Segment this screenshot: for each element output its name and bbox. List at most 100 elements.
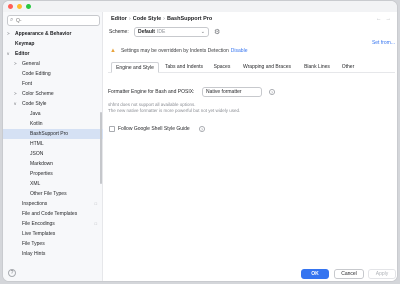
sidebar-item-inlay-hints[interactable]: Inlay Hints: [3, 249, 103, 259]
project-scope-icon: □: [94, 201, 97, 206]
sidebar-item-label: Properties: [30, 171, 53, 177]
forward-arrow-icon[interactable]: →: [386, 16, 396, 22]
sidebar-item-label: Kotlin: [30, 121, 43, 127]
set-from-link[interactable]: Set from...: [372, 40, 395, 46]
sidebar-item-font[interactable]: Font: [3, 79, 103, 89]
sidebar-item-kotlin[interactable]: Kotlin: [3, 119, 103, 129]
formatter-engine-label: Formatter Engine for Bash and POSIX:: [108, 89, 195, 95]
sidebar-item-code-editing[interactable]: Code Editing: [3, 69, 103, 79]
sidebar-item-code-style[interactable]: v Code Style: [3, 99, 103, 109]
sidebar-item-keymap[interactable]: Keymap: [3, 39, 103, 49]
sidebar-item-label: Inlay Hints: [22, 251, 46, 257]
settings-sidebar: ⌕ >Appearance & BehaviorKeymapvEditor>Ge…: [3, 12, 103, 281]
sidebar-item-other-file-types[interactable]: Other File Types: [3, 189, 103, 199]
scheme-sub: IDE: [156, 29, 166, 35]
search-icon: ⌕: [10, 17, 14, 23]
settings-window: ⌕ >Appearance & BehaviorKeymapvEditor>Ge…: [2, 0, 398, 282]
indent-detection-warning: ▲ Settings may be overridden by Indents D…: [110, 48, 247, 54]
sidebar-item-label: Keymap: [15, 41, 35, 47]
search-field[interactable]: ⌕: [7, 15, 100, 26]
sidebar-item-bashsupport-pro[interactable]: BashSupport Pro: [3, 129, 103, 139]
tab-spaces[interactable]: Spaces: [210, 62, 234, 73]
sidebar-item-label: Editor: [15, 51, 30, 57]
sidebar-item-appearance-behavior[interactable]: > Appearance & Behavior: [3, 29, 103, 39]
sidebar-item-label: Color Scheme: [22, 91, 54, 97]
sidebar-item-label: File Types: [22, 241, 45, 247]
sidebar-item-general[interactable]: > General: [3, 59, 103, 69]
sidebar-item-label: File and Code Templates: [22, 211, 78, 217]
sidebar-item-label: Code Style: [22, 101, 47, 107]
sidebar-item-label: General: [22, 61, 40, 67]
scheme-name: Default: [138, 29, 155, 35]
chevron-down-icon[interactable]: v: [7, 49, 9, 59]
search-input[interactable]: [16, 16, 98, 25]
google-style-checkbox[interactable]: [109, 126, 115, 132]
tab-other[interactable]: Other: [337, 62, 359, 73]
sidebar-item-label: Inspections: [22, 201, 48, 207]
sidebar-item-label: Java: [30, 111, 41, 117]
chevron-right-icon[interactable]: >: [14, 89, 17, 99]
sidebar-item-label: File Encodings: [22, 221, 55, 227]
formatter-description: shfmt does not support all available opt…: [108, 102, 196, 107]
sidebar-item-label: Other File Types: [30, 191, 67, 197]
breadcrumb-item: BashSupport Pro: [167, 16, 213, 22]
apply-button[interactable]: Apply: [368, 269, 396, 279]
warning-text: Settings may be overridden by Indents De…: [120, 48, 229, 54]
title-bar: [3, 1, 397, 12]
chevron-down-icon: ⌄: [200, 29, 205, 35]
chevron-right-icon[interactable]: >: [14, 59, 17, 69]
sidebar-item-label: Markdown: [30, 161, 54, 167]
chevron-right-icon[interactable]: >: [7, 29, 10, 39]
sidebar-item-label: HTML: [30, 141, 44, 147]
sidebar-item-java[interactable]: Java: [3, 109, 103, 119]
sidebar-item-label: Appearance & Behavior: [15, 31, 72, 37]
sidebar-item-html[interactable]: HTML: [3, 139, 103, 149]
sidebar-item-label: Font: [22, 81, 33, 87]
tab-tabs-and-indents[interactable]: Tabs and Indents: [161, 62, 207, 73]
sidebar-item-label: Code Editing: [22, 71, 51, 77]
maximize-window-button[interactable]: [26, 4, 31, 9]
scheme-label: Scheme:: [109, 29, 129, 35]
ok-button[interactable]: OK: [301, 269, 329, 279]
settings-content: Editor › Code Style › BashSupport Pro ←→ Sch…: [104, 12, 397, 281]
formatter-engine-select[interactable]: Native formatter: [202, 87, 262, 97]
google-style-label: Follow Google Shell Style Guide: [118, 126, 190, 132]
history-nav: ←→: [376, 16, 395, 22]
sidebar-item-inspections[interactable]: Inspections □: [3, 199, 103, 209]
tab-wrapping-and-braces[interactable]: Wrapping and Braces: [237, 62, 297, 73]
sidebar-item-file-types[interactable]: File Types: [3, 239, 103, 249]
sidebar-item-color-scheme[interactable]: > Color Scheme: [3, 89, 103, 99]
tab-blank-lines[interactable]: Blank Lines: [300, 62, 334, 73]
formatter-description: The new native formatter is more powerfu…: [108, 108, 241, 113]
sidebar-item-xml[interactable]: XML: [3, 179, 103, 189]
sidebar-item-live-templates[interactable]: Live Templates: [3, 229, 103, 239]
close-window-button[interactable]: [8, 4, 13, 9]
code-style-tabs: Engine and Style Tabs and Indents Spaces…: [108, 62, 395, 73]
sidebar-item-file-and-code-templates[interactable]: File and Code Templates: [3, 209, 103, 219]
sidebar-scrollbar[interactable]: [100, 112, 102, 184]
tab-engine-and-style[interactable]: Engine and Style: [111, 62, 159, 73]
cancel-button[interactable]: Cancel: [334, 269, 364, 279]
breadcrumb-item: Editor: [111, 16, 127, 22]
disable-link[interactable]: Disable: [231, 48, 248, 54]
sidebar-item-editor[interactable]: v Editor: [3, 49, 103, 59]
minimize-window-button[interactable]: [17, 4, 22, 9]
chevron-down-icon[interactable]: v: [14, 99, 16, 109]
info-icon[interactable]: ?: [269, 89, 275, 95]
sidebar-item-markdown[interactable]: Markdown: [3, 159, 103, 169]
help-button[interactable]: ?: [8, 269, 16, 277]
breadcrumb: Editor › Code Style › BashSupport Pro: [111, 16, 213, 22]
sidebar-item-properties[interactable]: Properties: [3, 169, 103, 179]
sidebar-item-label: BashSupport Pro: [30, 131, 69, 137]
gear-icon[interactable]: ⚙: [214, 28, 220, 36]
sidebar-item-json[interactable]: JSON: [3, 149, 103, 159]
warning-icon: ▲: [110, 48, 116, 54]
sidebar-item-label: XML: [30, 181, 41, 187]
scheme-dropdown[interactable]: Default IDE ⌄: [134, 27, 209, 37]
back-arrow-icon[interactable]: ←: [376, 16, 386, 22]
breadcrumb-item: Code Style: [132, 16, 162, 22]
project-scope-icon: □: [94, 221, 97, 226]
info-icon[interactable]: ?: [199, 126, 205, 132]
sidebar-item-file-encodings[interactable]: File Encodings □: [3, 219, 103, 229]
sidebar-item-label: JSON: [30, 151, 44, 157]
